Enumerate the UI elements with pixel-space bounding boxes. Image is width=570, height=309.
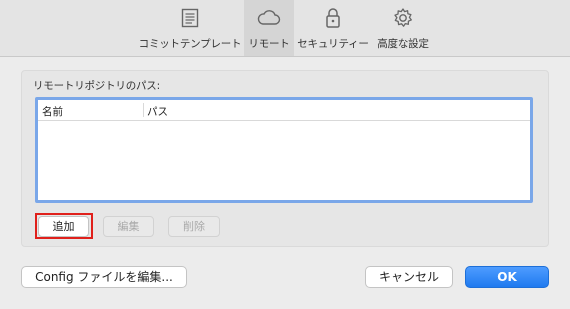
add-button[interactable]: 追加: [38, 216, 89, 237]
preferences-toolbar: コミットテンプレート リモート セキュリティー 高度な設定: [0, 0, 570, 57]
remote-repository-table[interactable]: 名前 パス: [35, 97, 533, 203]
cloud-icon: [257, 7, 281, 29]
table-header: 名前 パス: [38, 100, 530, 121]
tab-label: コミットテンプレート: [138, 38, 242, 50]
tab-label: 高度な設定: [377, 38, 429, 50]
document-icon: [181, 7, 199, 29]
gear-icon: [392, 7, 414, 29]
tab-security[interactable]: セキュリティー: [294, 0, 372, 56]
tab-label: リモート: [248, 38, 290, 50]
tab-advanced-settings[interactable]: 高度な設定: [372, 0, 434, 56]
column-header-name[interactable]: 名前: [42, 104, 63, 119]
cancel-button[interactable]: キャンセル: [365, 266, 453, 288]
remote-settings-panel: リモートリポジトリのパス: 名前 パス 追加 編集 削除: [21, 70, 549, 247]
tab-remote[interactable]: リモート: [244, 0, 294, 56]
edit-config-file-button[interactable]: Config ファイルを編集...: [21, 266, 187, 288]
delete-button[interactable]: 削除: [168, 216, 220, 237]
ok-button[interactable]: OK: [465, 266, 549, 288]
edit-button[interactable]: 編集: [103, 216, 154, 237]
column-divider[interactable]: [143, 103, 144, 117]
tab-label: セキュリティー: [297, 38, 369, 50]
lock-icon: [325, 7, 341, 29]
tab-commit-template[interactable]: コミットテンプレート: [136, 0, 244, 56]
column-header-path[interactable]: パス: [147, 104, 168, 119]
section-label: リモートリポジトリのパス:: [33, 80, 160, 92]
